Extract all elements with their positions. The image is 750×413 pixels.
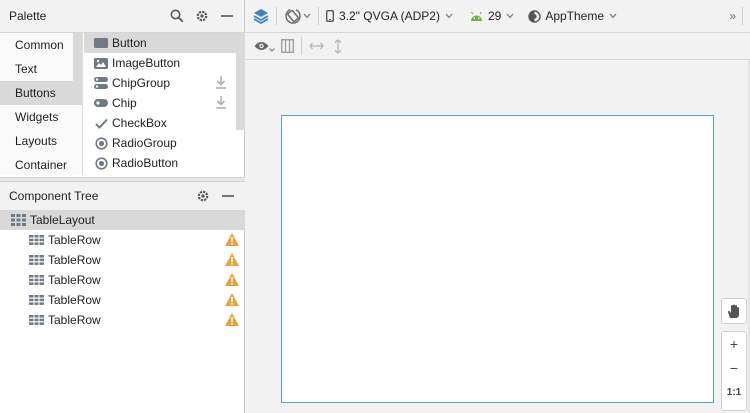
chip-icon [94,96,108,110]
image-button-icon [94,56,108,70]
radio-group-icon [94,136,108,150]
editor-toolbar: 3.2" QVGA (ADP2) 29 AppTheme » [246,0,750,33]
design-canvas[interactable] [246,60,750,413]
download-icon[interactable] [215,76,227,92]
categories-scrollbar[interactable] [73,33,82,95]
category-container[interactable]: Container [0,153,82,175]
palette-item-chipgroup[interactable]: ChipGroup [84,73,245,93]
editor-secondary-toolbar [246,33,750,60]
tree-node-tablerow[interactable]: TableRow [0,230,245,250]
radio-button-icon [94,156,108,170]
device-screen-preview[interactable] [281,115,714,403]
category-layouts[interactable]: Layouts [0,129,82,153]
checkbox-icon [94,116,108,130]
toolbar-separator [742,7,743,25]
tree-node-tablelayout[interactable]: TableLayout [0,210,245,230]
palette-item-label: Chip [112,96,137,110]
tree-node-label: TableRow [48,253,101,267]
layers-icon[interactable] [253,4,269,28]
device-label: 3.2" QVGA (ADP2) [339,9,440,23]
palette-item-label: RadioButton [112,156,179,170]
component-tree-header: Component Tree [0,182,245,210]
theme-label: AppTheme [545,9,605,23]
table-row-icon [29,254,44,266]
palette-header: Palette [0,0,244,33]
button-icon [94,36,108,50]
palette-item-label: CheckBox [112,116,167,130]
warning-icon[interactable] [225,273,239,289]
palette-body: Common Text Buttons Widgets Layouts Cont… [0,33,245,175]
toolbar-separator [318,7,319,25]
items-scrollbar[interactable] [236,33,245,130]
tree-node-label: TableRow [48,273,101,287]
warning-icon[interactable] [225,313,239,329]
palette-item-label: Button [112,36,147,50]
toolbar-separator [276,7,277,25]
download-icon[interactable] [215,96,227,112]
palette-item-radiobutton[interactable]: RadioButton [84,153,245,173]
tree-node-label: TableLayout [30,213,95,227]
orientation-icon[interactable] [284,4,311,28]
table-layout-icon [11,214,26,226]
toolbar-separator [301,37,302,55]
chip-group-icon [94,76,108,90]
table-row-icon [29,234,44,246]
tree-node-label: TableRow [48,293,101,307]
zoom-out-button[interactable]: − [722,356,746,380]
api-level-label: 29 [487,9,502,23]
palette-title: Palette [9,9,47,23]
left-panel: Palette Common Text Buttons Widgets Layo… [0,0,245,413]
eye-icon[interactable] [254,34,275,58]
category-common[interactable]: Common [0,33,82,57]
category-text[interactable]: Text [0,57,82,81]
api-level-selector[interactable]: 29 [470,4,514,28]
tree-node-label: TableRow [48,233,101,247]
horizontal-resize-icon[interactable] [309,34,324,58]
vertical-resize-icon[interactable] [334,34,342,58]
tree-node-tablerow[interactable]: TableRow [0,290,245,310]
palette-items: Button ImageButton ChipGroup Chip CheckB… [84,33,245,175]
palette-item-chip[interactable]: Chip [84,93,245,113]
phone-icon [326,10,334,22]
hand-icon [727,304,741,319]
category-widgets[interactable]: Widgets [0,105,82,129]
toolbar-overflow-button[interactable]: » [729,4,736,28]
actual-size-button[interactable]: 1:1 [722,380,746,404]
warning-icon[interactable] [225,233,239,249]
minimize-icon[interactable] [220,188,236,204]
minimize-icon[interactable] [219,8,235,24]
tree-node-tablerow[interactable]: TableRow [0,310,245,330]
zoom-controls: + − 1:1 [721,331,747,411]
theme-icon [528,9,542,23]
category-buttons[interactable]: Buttons [0,81,82,105]
tree-node-tablerow[interactable]: TableRow [0,270,245,290]
table-row-icon [29,294,44,306]
device-selector[interactable]: 3.2" QVGA (ADP2) [326,4,453,28]
component-tree: TableLayout TableRow TableRow TableRow T… [0,210,245,330]
palette-item-label: ImageButton [112,56,181,70]
search-icon[interactable] [169,8,185,24]
warning-icon[interactable] [225,253,239,269]
table-row-icon [29,274,44,286]
component-tree-title: Component Tree [9,189,99,203]
palette-item-label: RadioGroup [112,136,177,150]
warning-icon[interactable] [225,293,239,309]
zoom-in-button[interactable]: + [722,332,746,356]
palette-item-checkbox[interactable]: CheckBox [84,113,245,133]
tree-node-label: TableRow [48,313,101,327]
palette-item-label: ChipGroup [112,76,171,90]
palette-categories: Common Text Buttons Widgets Layouts Cont… [0,33,83,175]
table-row-icon [29,314,44,326]
palette-item-imagebutton[interactable]: ImageButton [84,53,245,73]
design-editor: 3.2" QVGA (ADP2) 29 AppTheme » + − 1:1 [246,0,750,413]
palette-item-button[interactable]: Button [84,33,245,53]
gear-icon[interactable] [194,8,210,24]
pan-button[interactable] [721,298,747,324]
theme-selector[interactable]: AppTheme [528,4,617,28]
tree-node-tablerow[interactable]: TableRow [0,250,245,270]
blueprint-mode-icon[interactable] [281,34,294,58]
palette-item-radiogroup[interactable]: RadioGroup [84,133,245,153]
android-icon [470,11,483,21]
gear-icon[interactable] [195,188,211,204]
